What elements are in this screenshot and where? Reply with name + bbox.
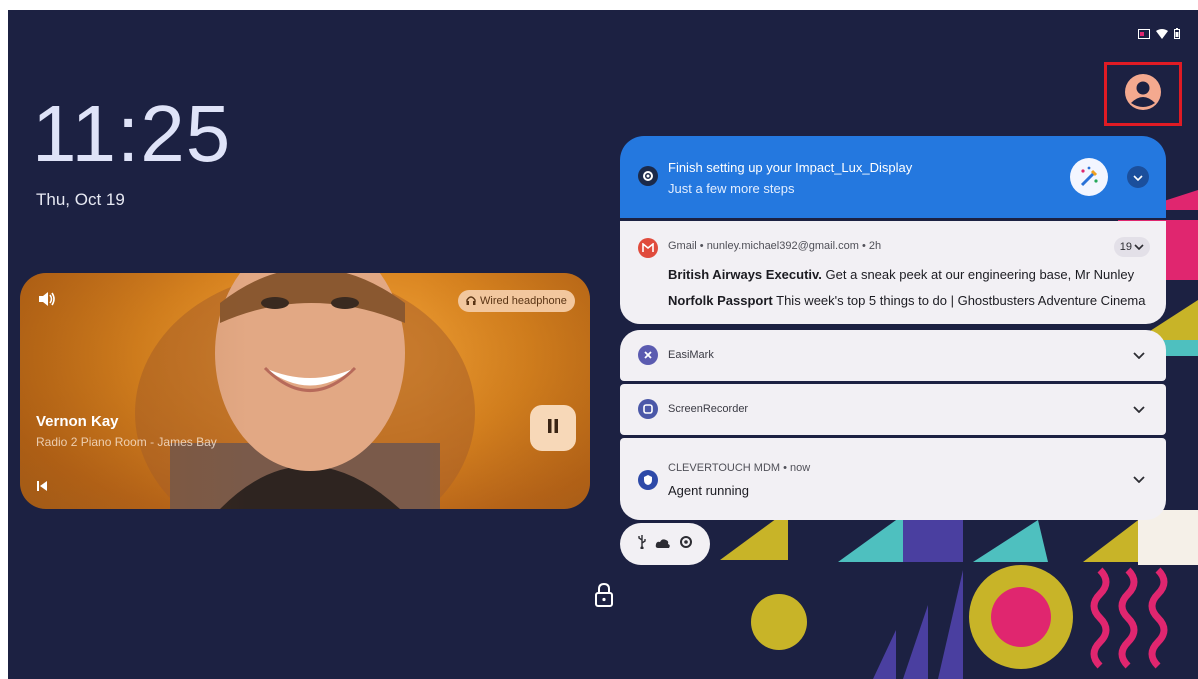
screenrecorder-app-name: ScreenRecorder <box>668 403 749 415</box>
easimark-app-name: EasiMark <box>668 349 714 361</box>
mdm-notification[interactable]: CLEVERTOUCH MDM • now Agent running <box>620 438 1166 520</box>
expand-setup-button[interactable] <box>1127 166 1149 188</box>
screenrecorder-icon <box>638 399 658 419</box>
user-switcher-button[interactable] <box>1104 62 1182 126</box>
usb-icon <box>637 534 647 554</box>
silent-notifications-pill[interactable] <box>620 523 710 565</box>
chevron-down-icon <box>1134 241 1144 253</box>
pause-button[interactable] <box>530 405 576 451</box>
gear-icon <box>679 535 693 554</box>
gmail-sender: Norfolk Passport <box>668 293 773 308</box>
account-circle-icon <box>1124 73 1162 116</box>
gmail-preview: This week's top 5 things to do | Ghostbu… <box>776 293 1146 308</box>
gmail-header: Gmail • nunley.michael392@gmail.com • 2h <box>668 240 882 252</box>
lock-screen: 11:25 Thu, Oct 19 Wired headphone Vernon… <box>8 10 1198 679</box>
easimark-notification[interactable]: EasiMark <box>620 330 1166 381</box>
gmail-message[interactable]: Norfolk Passport This week's top 5 thing… <box>668 293 1145 308</box>
cloud-icon <box>655 535 671 553</box>
headphones-icon <box>466 295 476 308</box>
cast-icon <box>1138 28 1150 39</box>
chevron-down-icon <box>1133 168 1143 186</box>
expand-mdm-button[interactable] <box>1128 468 1150 490</box>
gmail-sender: British Airways Executiv. <box>668 267 822 282</box>
track-subtitle: Radio 2 Piano Room - James Bay <box>36 435 217 449</box>
clock-date: Thu, Oct 19 <box>36 190 125 209</box>
previous-icon <box>36 479 48 496</box>
pause-icon <box>547 418 559 438</box>
status-bar <box>1138 28 1180 39</box>
chevron-down-icon <box>1133 346 1145 364</box>
track-title: Vernon Kay <box>36 413 119 430</box>
easimark-icon <box>638 345 658 365</box>
setup-notification-title: Finish setting up your Impact_Lux_Displa… <box>668 160 913 175</box>
gmail-icon <box>638 238 658 258</box>
gmail-count: 19 <box>1119 241 1132 253</box>
output-device-label: Wired headphone <box>480 295 567 307</box>
volume-icon[interactable] <box>38 291 56 312</box>
previous-track-button[interactable] <box>36 479 48 497</box>
expand-easimark-button[interactable] <box>1128 344 1150 366</box>
clock-time: 11:25 <box>32 89 232 178</box>
gmail-message[interactable]: British Airways Executiv. Get a sneak pe… <box>668 267 1134 282</box>
mdm-header: CLEVERTOUCH MDM • now <box>668 462 811 474</box>
chevron-down-icon <box>1133 470 1145 488</box>
lock-icon[interactable] <box>594 582 614 613</box>
gmail-notification[interactable]: Gmail • nunley.michael392@gmail.com • 2h… <box>620 221 1166 324</box>
expand-screenrecorder-button[interactable] <box>1128 398 1150 420</box>
magic-wand-icon <box>1070 158 1108 196</box>
gmail-count-badge[interactable]: 19 <box>1113 237 1150 257</box>
chevron-down-icon <box>1133 400 1145 418</box>
mdm-text: Agent running <box>668 483 749 498</box>
settings-icon <box>638 166 658 186</box>
setup-notification-text: Just a few more steps <box>668 181 795 196</box>
shield-icon <box>638 470 658 490</box>
gmail-preview: Get a sneak peek at our engineering base… <box>825 267 1135 282</box>
setup-notification[interactable]: Finish setting up your Impact_Lux_Displa… <box>620 136 1166 218</box>
media-player-card[interactable]: Wired headphone Vernon Kay Radio 2 Piano… <box>20 273 590 509</box>
wifi-icon <box>1156 28 1168 39</box>
output-device-chip[interactable]: Wired headphone <box>458 290 575 312</box>
screenrecorder-notification[interactable]: ScreenRecorder <box>620 384 1166 435</box>
battery-icon <box>1174 28 1180 39</box>
